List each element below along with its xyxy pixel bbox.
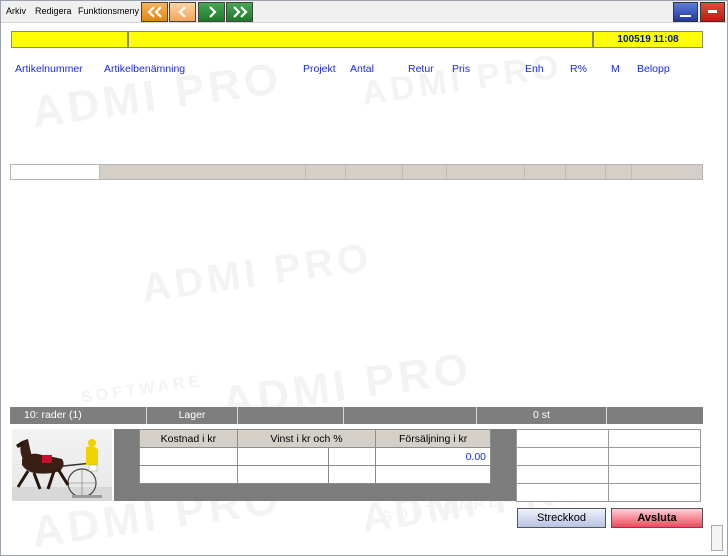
summary-cell [608,447,701,466]
summary-cell [608,429,701,448]
last-record-button[interactable] [226,2,253,22]
summary-cell [516,429,609,448]
status-field-middle [128,31,593,48]
profit-header: Vinst i kr och % [236,429,377,448]
totals-table: Kostnad i kr Vinst i kr och % Försäljnin… [139,429,491,484]
info-field-empty [238,407,344,424]
column-header-antal: Antal [350,63,374,75]
column-header-artikelbenamning: Artikelbenämning [104,63,186,75]
sales-value-2 [375,465,491,484]
watermark: SOFTWARE [80,372,205,407]
article-number-input[interactable] [11,165,100,179]
close-button[interactable] [700,2,725,22]
sales-value: 0.00 [375,447,491,466]
barcode-button[interactable]: Streckkod [517,508,606,528]
sales-header: Försäljning i kr [375,429,491,448]
watermark: ADMI PRO [359,47,565,113]
first-record-button[interactable] [141,2,168,22]
menu-item-arkiv[interactable]: Arkiv [6,6,26,16]
info-field-empty [344,407,477,424]
summary-cell [608,465,701,484]
menu-item-funktionsmeny[interactable]: Funktionsmeny [78,6,139,16]
column-header-belopp: Belopp [637,63,670,75]
row-count: 10: rader (1) [10,407,147,424]
article-input-row [10,164,703,180]
column-header-pris: Pris [452,63,471,75]
project-input[interactable] [306,165,346,179]
column-header-m: M [611,63,620,75]
menu-item-redigera[interactable]: Redigera [35,6,72,16]
price-input[interactable] [447,165,525,179]
cost-header: Kostnad i kr [139,429,238,448]
previous-record-button[interactable] [169,2,196,22]
trotting-horse-image [12,429,112,501]
column-header-artikelnummer: Artikelnummer [15,63,83,75]
chevron-right-icon [208,6,217,18]
chevron-left-icon [177,6,186,18]
menu-bar: Arkiv Redigera Funktionsmeny [1,1,727,23]
return-input[interactable] [403,165,447,179]
summary-cell [608,483,701,502]
stock-count: 0 st [477,407,607,424]
m-input[interactable] [606,165,632,179]
profit-percent-2 [328,465,377,484]
application-window: Arkiv Redigera Funktionsmeny ADMI PRO AD… [0,0,728,556]
column-header-retur: Retur [408,63,434,75]
summary-cell [516,483,609,502]
scrollbar[interactable] [711,525,723,551]
unit-input[interactable] [525,165,566,179]
profit-value [236,447,330,466]
info-field-empty [607,407,703,424]
amount-input[interactable] [632,165,702,179]
quantity-input[interactable] [346,165,403,179]
minimize-button[interactable] [673,2,698,22]
discount-input[interactable] [566,165,606,179]
stock-label: Lager [147,407,238,424]
summary-grid [516,429,701,502]
datetime-display: 100519 11:08 [593,31,703,48]
summary-cell [516,465,609,484]
column-header-rabatt: R% [570,63,587,75]
profit-value-2 [236,465,330,484]
status-field-left [11,31,128,48]
info-bar: 10: rader (1) Lager 0 st [10,407,703,424]
cost-value [139,447,238,466]
exit-button[interactable]: Avsluta [611,508,703,528]
next-record-button[interactable] [198,2,225,22]
double-chevron-left-icon [146,6,162,18]
column-header-enh: Enh [525,63,544,75]
column-header-projekt: Projekt [303,63,336,75]
profit-percent [328,447,377,466]
article-name-input[interactable] [100,165,306,179]
watermark: ADMI PRO [138,235,375,311]
double-chevron-right-icon [232,6,248,18]
summary-cell [516,447,609,466]
cost-value-2 [139,465,238,484]
